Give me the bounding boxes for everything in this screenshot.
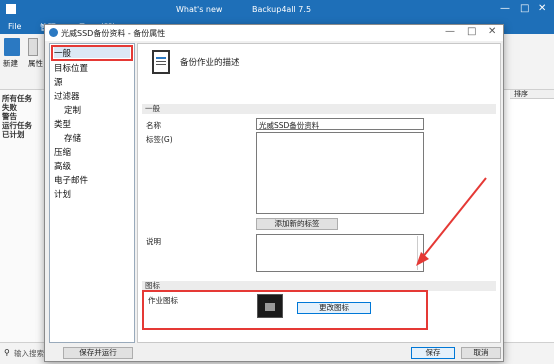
arrow-line <box>421 177 487 259</box>
arrow-head <box>416 252 429 266</box>
annotation-arrow <box>416 177 487 266</box>
